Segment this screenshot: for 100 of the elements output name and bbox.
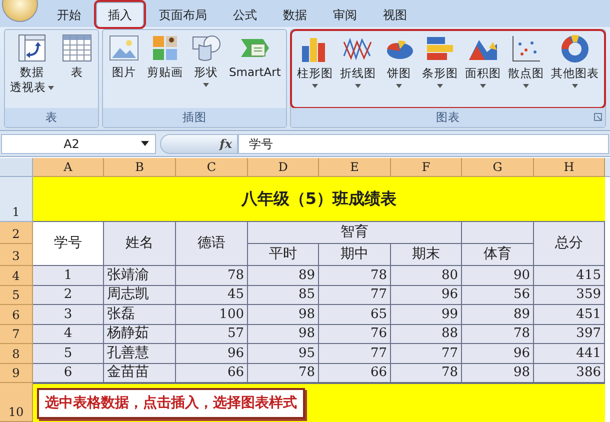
table-cell: 90 bbox=[462, 266, 534, 286]
row-header[interactable]: 10 bbox=[0, 383, 33, 422]
table-icon bbox=[61, 33, 93, 63]
table-cell: 98 bbox=[248, 324, 319, 344]
column-header[interactable]: F bbox=[391, 158, 462, 177]
ribbon-tab[interactable]: 视图 bbox=[372, 2, 418, 27]
table-cell: 2 bbox=[33, 286, 104, 305]
scatter-chart-icon bbox=[510, 34, 542, 64]
ribbon-button[interactable]: SmartArt bbox=[227, 33, 283, 80]
table-cell: 4 bbox=[33, 324, 104, 344]
table-cell: 金苗苗 bbox=[104, 364, 176, 383]
table-cell: 88 bbox=[391, 324, 462, 344]
row-header[interactable]: 6 bbox=[0, 305, 33, 324]
table-cell: 3 bbox=[33, 305, 104, 324]
header-cell: 体育 bbox=[462, 244, 534, 266]
table-cell: 80 bbox=[391, 266, 462, 286]
group-label: 插图 bbox=[182, 108, 206, 126]
header-cell: 姓名 bbox=[104, 222, 176, 266]
row-header[interactable]: 1 bbox=[0, 177, 33, 222]
table-cell: 96 bbox=[391, 286, 462, 305]
table-cell: 5 bbox=[33, 344, 104, 364]
ribbon-tab[interactable]: 审阅 bbox=[322, 2, 368, 27]
shapes-icon bbox=[190, 33, 222, 63]
table-cell: 张靖渝 bbox=[104, 266, 176, 286]
header-cell: 学号 bbox=[33, 222, 104, 266]
column-header[interactable]: C bbox=[176, 158, 248, 177]
table-cell: 100 bbox=[176, 305, 248, 324]
ribbon-button[interactable]: 数据 透视表 bbox=[8, 33, 56, 95]
table-cell: 77 bbox=[319, 344, 391, 364]
row-header[interactable]: 2 bbox=[0, 222, 33, 244]
ribbon-button[interactable]: 饼图 bbox=[380, 34, 417, 88]
ribbon-tab[interactable]: 开始 bbox=[46, 2, 92, 27]
ribbon-button[interactable]: 表 bbox=[59, 33, 95, 80]
table-cell: 78 bbox=[319, 266, 391, 286]
row-header[interactable]: 5 bbox=[0, 286, 33, 305]
select-all-corner[interactable] bbox=[0, 158, 33, 177]
table-cell: 张磊 bbox=[104, 305, 176, 324]
column-header[interactable]: A bbox=[33, 158, 104, 177]
ribbon-button[interactable]: 形状 bbox=[188, 33, 224, 87]
table-cell: 78 bbox=[462, 324, 534, 344]
column-header[interactable] bbox=[605, 158, 610, 177]
table-cell: 77 bbox=[391, 344, 462, 364]
table-cell: 96 bbox=[462, 344, 534, 364]
header-cell: 期中 bbox=[319, 244, 391, 266]
row-header[interactable]: 8 bbox=[0, 344, 33, 364]
ribbon-tab[interactable]: 页面布局 bbox=[148, 2, 218, 27]
row-header[interactable]: 9 bbox=[0, 364, 33, 383]
group-label: 表 bbox=[46, 108, 58, 126]
column-header[interactable]: B bbox=[104, 158, 176, 177]
ribbon-tab[interactable]: 公式 bbox=[222, 2, 268, 27]
dialog-launcher-icon[interactable] bbox=[594, 113, 602, 121]
ribbon-tab[interactable]: 数据 bbox=[272, 2, 318, 27]
ribbon-button[interactable]: 柱形图 bbox=[294, 34, 335, 88]
row-header[interactable]: 4 bbox=[0, 266, 33, 286]
function-button[interactable]: fx bbox=[220, 134, 232, 152]
table-cell: 杨静茹 bbox=[104, 324, 176, 344]
table-cell: 98 bbox=[248, 305, 319, 324]
table-cell: 89 bbox=[248, 266, 319, 286]
table-cell: 95 bbox=[248, 344, 319, 364]
ribbon-button[interactable]: 图片 bbox=[106, 33, 142, 80]
ribbon-button[interactable]: 散点图 bbox=[506, 34, 546, 88]
table-cell: 77 bbox=[319, 286, 391, 305]
column-header[interactable]: E bbox=[319, 158, 391, 177]
ribbon-button[interactable]: 折线图 bbox=[338, 34, 378, 88]
row-header[interactable]: 3 bbox=[0, 244, 33, 266]
table-cell: 397 bbox=[534, 324, 605, 344]
table-cell: 99 bbox=[391, 305, 462, 324]
ribbon-button[interactable]: 其他图表 bbox=[548, 34, 601, 88]
column-header[interactable]: H bbox=[534, 158, 605, 177]
table-cell: 66 bbox=[176, 364, 248, 383]
table-cell: 415 bbox=[534, 266, 605, 286]
header-cell: 期末 bbox=[391, 244, 462, 266]
table-cell: 98 bbox=[462, 364, 534, 383]
table-cell: 周志凯 bbox=[104, 286, 176, 305]
header-cell: 平时 bbox=[248, 244, 319, 266]
picture-icon bbox=[108, 33, 140, 63]
ribbon-button[interactable]: 条形图 bbox=[420, 34, 460, 88]
table-cell: 56 bbox=[462, 286, 534, 305]
table-cell: 78 bbox=[176, 266, 248, 286]
ribbon-button[interactable]: 面积图 bbox=[462, 34, 503, 88]
callout-text: 选中表格数据，点击插入，选择图表样式 bbox=[37, 388, 305, 418]
table-cell: 359 bbox=[534, 286, 605, 305]
column-header[interactable]: G bbox=[462, 158, 534, 177]
ribbon-tab[interactable]: 插入 bbox=[96, 2, 144, 27]
doughnut-chart-icon bbox=[558, 34, 591, 64]
header-cell: 总分 bbox=[534, 222, 605, 266]
row-header[interactable]: 7 bbox=[0, 324, 33, 344]
ribbon-button[interactable]: 剪贴画 bbox=[145, 33, 185, 80]
dropdown-arrow-icon[interactable] bbox=[141, 141, 149, 146]
formula-field[interactable]: 学号 bbox=[238, 134, 609, 154]
table-cell: 76 bbox=[319, 324, 391, 344]
table-cell: 89 bbox=[462, 305, 534, 324]
title-cell: 八年级（5）班成绩表 bbox=[33, 177, 605, 222]
column-header[interactable]: D bbox=[248, 158, 319, 177]
group-label: 图表 bbox=[436, 108, 460, 126]
name-box[interactable]: A2 bbox=[1, 134, 156, 154]
table-cell: 1 bbox=[33, 266, 104, 286]
table-cell: 96 bbox=[176, 344, 248, 364]
table-cell: 386 bbox=[534, 364, 605, 383]
table-cell: 45 bbox=[176, 286, 248, 305]
